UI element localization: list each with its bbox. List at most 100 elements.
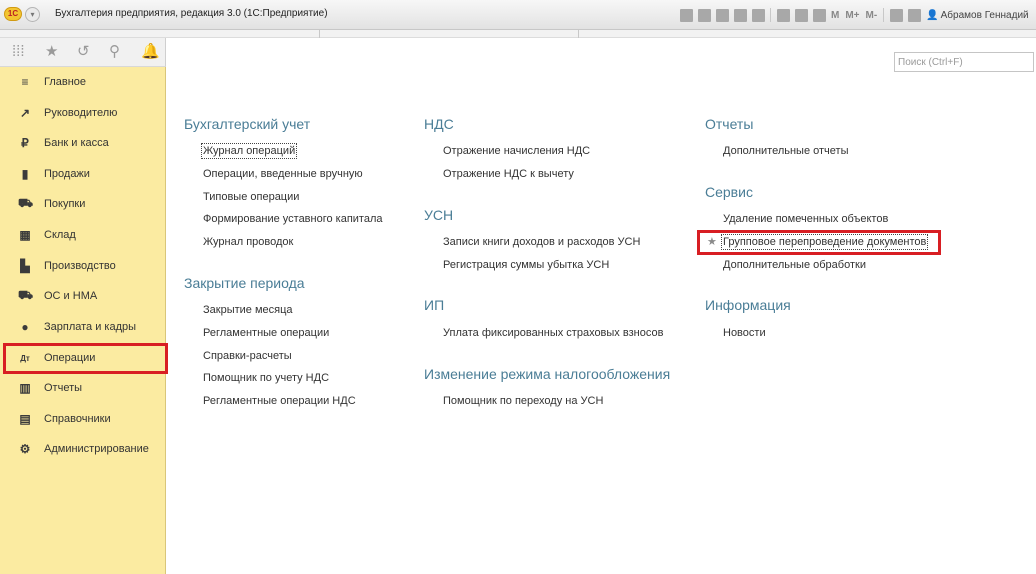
- sidebar-item-fixed-assets[interactable]: ⛟ ОС и НМА: [0, 281, 166, 311]
- main-menu-button[interactable]: ▾: [25, 7, 40, 22]
- trend-icon: ↗: [19, 106, 31, 120]
- zoom-icon[interactable]: [890, 8, 904, 22]
- link-news[interactable]: Новости: [723, 327, 766, 339]
- apps-grid-icon[interactable]: ⁞⁞⁞: [12, 44, 25, 60]
- sidebar-item-label: Банк и касса: [44, 137, 109, 149]
- 1c-logo[interactable]: 1С: [4, 7, 22, 21]
- link-regulatory-operations[interactable]: Регламентные операции: [203, 327, 329, 339]
- calculator-icon[interactable]: [813, 8, 826, 22]
- title-bar: 1С ▾ Бухгалтерия предприятия, редакция 3…: [0, 0, 1036, 30]
- group-title-service: Сервис: [705, 184, 753, 200]
- sidebar-item-label: Отчеты: [44, 382, 83, 394]
- sidebar-item-label: Покупки: [44, 198, 86, 210]
- cart-icon: ⛟: [18, 196, 34, 210]
- sidebar-item-sales[interactable]: ▮ Продажи: [0, 159, 166, 189]
- group-title-period-closing: Закрытие периода: [184, 275, 305, 291]
- truck-icon: ⛟: [18, 288, 34, 302]
- sidebar-item-administration[interactable]: ⚙ Администрирование: [0, 434, 166, 464]
- link-income-expense-book[interactable]: Записи книги доходов и расходов УСН: [443, 236, 640, 248]
- title-toolbar: M M+ M- 👤 Абрамов Геннадий: [680, 7, 1029, 23]
- window-layout-icon[interactable]: [908, 8, 922, 22]
- person-icon: ●: [21, 320, 29, 334]
- history-icon[interactable]: ↺: [77, 44, 90, 60]
- sidebar-item-purchases[interactable]: ⛟ Покупки: [0, 189, 166, 219]
- link-vat-assistant[interactable]: Помощник по учету НДС: [203, 372, 329, 384]
- sidebar-item-reports[interactable]: ▥ Отчеты: [0, 373, 166, 403]
- link-month-closing[interactable]: Закрытие месяца: [203, 304, 293, 316]
- link-charter-capital[interactable]: Формирование уставного капитала: [203, 213, 383, 225]
- selected-section-highlight: [3, 343, 168, 374]
- search-icon[interactable]: ⚲: [109, 44, 120, 60]
- window-title: Бухгалтерия предприятия, редакция 3.0 (1…: [55, 8, 328, 19]
- section-toolbar: [0, 30, 1036, 38]
- group-title-vat: НДС: [424, 116, 454, 132]
- link-additional-reports[interactable]: Дополнительные отчеты: [723, 145, 848, 157]
- search-input[interactable]: [894, 52, 1034, 72]
- link-certificates-calculations[interactable]: Справки-расчеты: [203, 350, 292, 362]
- group-title-information: Информация: [705, 297, 791, 313]
- memory-button[interactable]: M: [831, 10, 839, 21]
- toolbar-divider: [319, 30, 320, 38]
- sidebar-item-label: Справочники: [44, 413, 111, 425]
- sections-sidebar: ≡ Главное ↗ Руководителю ₽ Банк и касса …: [0, 67, 166, 574]
- sidebar-item-label: Продажи: [44, 168, 90, 180]
- sidebar-item-label: Главное: [44, 76, 87, 88]
- group-title-tax-regime-change: Изменение режима налогообложения: [424, 366, 671, 382]
- warehouse-icon: ▦: [19, 228, 31, 242]
- preview-icon[interactable]: [716, 8, 729, 22]
- print-icon[interactable]: [698, 8, 711, 22]
- link-loss-registration[interactable]: Регистрация суммы убытка УСН: [443, 259, 609, 271]
- sidebar-item-label: ОС и НМА: [44, 290, 98, 302]
- link-manual-operations[interactable]: Операции, введенные вручную: [203, 168, 363, 180]
- sidebar-item-manager[interactable]: ↗ Руководителю: [0, 98, 166, 128]
- sidebar-item-payroll[interactable]: ● Зарплата и кадры: [0, 312, 166, 342]
- memory-plus-button[interactable]: M+: [845, 10, 859, 21]
- toolbar-divider: [883, 8, 885, 22]
- link-vat-accrual[interactable]: Отражение начисления НДС: [443, 145, 590, 157]
- sidebar-item-label: Склад: [44, 229, 76, 241]
- bar-chart-icon: ▥: [19, 381, 31, 395]
- link-operations-journal[interactable]: Журнал операций: [200, 143, 298, 159]
- link-delete-marked-objects[interactable]: Удаление помеченных объектов: [723, 213, 888, 225]
- shopping-bag-icon: ▮: [21, 167, 29, 181]
- gear-icon: ⚙: [19, 442, 31, 456]
- book-icon: ▤: [19, 412, 31, 426]
- calendar-icon[interactable]: [795, 8, 808, 22]
- link-vat-deduction[interactable]: Отражение НДС к вычету: [443, 168, 574, 180]
- memory-minus-button[interactable]: M-: [866, 10, 878, 21]
- user-name[interactable]: Абрамов Геннадий: [941, 10, 1029, 21]
- group-title-accounting: Бухгалтерский учет: [184, 116, 311, 132]
- group-title-ip: ИП: [424, 297, 445, 313]
- sidebar-item-label: Зарплата и кадры: [44, 321, 137, 333]
- save-icon[interactable]: [680, 8, 693, 22]
- menu-lines-icon: ≡: [21, 75, 29, 89]
- sidebar-item-label: Руководителю: [44, 107, 118, 119]
- sidebar-item-main[interactable]: ≡ Главное: [0, 67, 166, 97]
- user-icon: 👤: [926, 9, 939, 21]
- star-icon[interactable]: ★: [45, 44, 58, 60]
- group-title-reports: Отчеты: [705, 116, 754, 132]
- factory-icon: ▙: [20, 259, 30, 273]
- toolbar-divider: [578, 30, 579, 38]
- table-icon[interactable]: [777, 8, 790, 22]
- sidebar-item-directories[interactable]: ▤ Справочники: [0, 404, 166, 434]
- group-title-usn: УСН: [424, 207, 454, 223]
- link-fixed-insurance-contributions[interactable]: Уплата фиксированных страховых взносов: [443, 327, 663, 339]
- highlight-frame: [697, 230, 941, 255]
- attach-icon[interactable]: [752, 8, 765, 22]
- sidebar-item-production[interactable]: ▙ Производство: [0, 251, 166, 281]
- toolbar-divider: [770, 8, 771, 22]
- link-postings-journal[interactable]: Журнал проводок: [203, 236, 293, 248]
- sidebar-item-label: Производство: [44, 260, 116, 272]
- link-standard-operations[interactable]: Типовые операции: [203, 191, 299, 203]
- sidebar-item-label: Администрирование: [44, 443, 149, 455]
- upload-icon[interactable]: [734, 8, 747, 22]
- link-vat-regulatory-operations[interactable]: Регламентные операции НДС: [203, 395, 356, 407]
- link-additional-processing[interactable]: Дополнительные обработки: [723, 259, 866, 271]
- sidebar-item-warehouse[interactable]: ▦ Склад: [0, 220, 166, 250]
- link-usn-transition-assistant[interactable]: Помощник по переходу на УСН: [443, 395, 603, 407]
- sidebar-quick-panel: ⁞⁞⁞ ★ ↺ ⚲ 🔔: [0, 38, 166, 67]
- bell-icon[interactable]: 🔔: [141, 44, 160, 60]
- sidebar-item-bank[interactable]: ₽ Банк и касса: [0, 128, 166, 158]
- ruble-coin-icon: ₽: [21, 136, 29, 150]
